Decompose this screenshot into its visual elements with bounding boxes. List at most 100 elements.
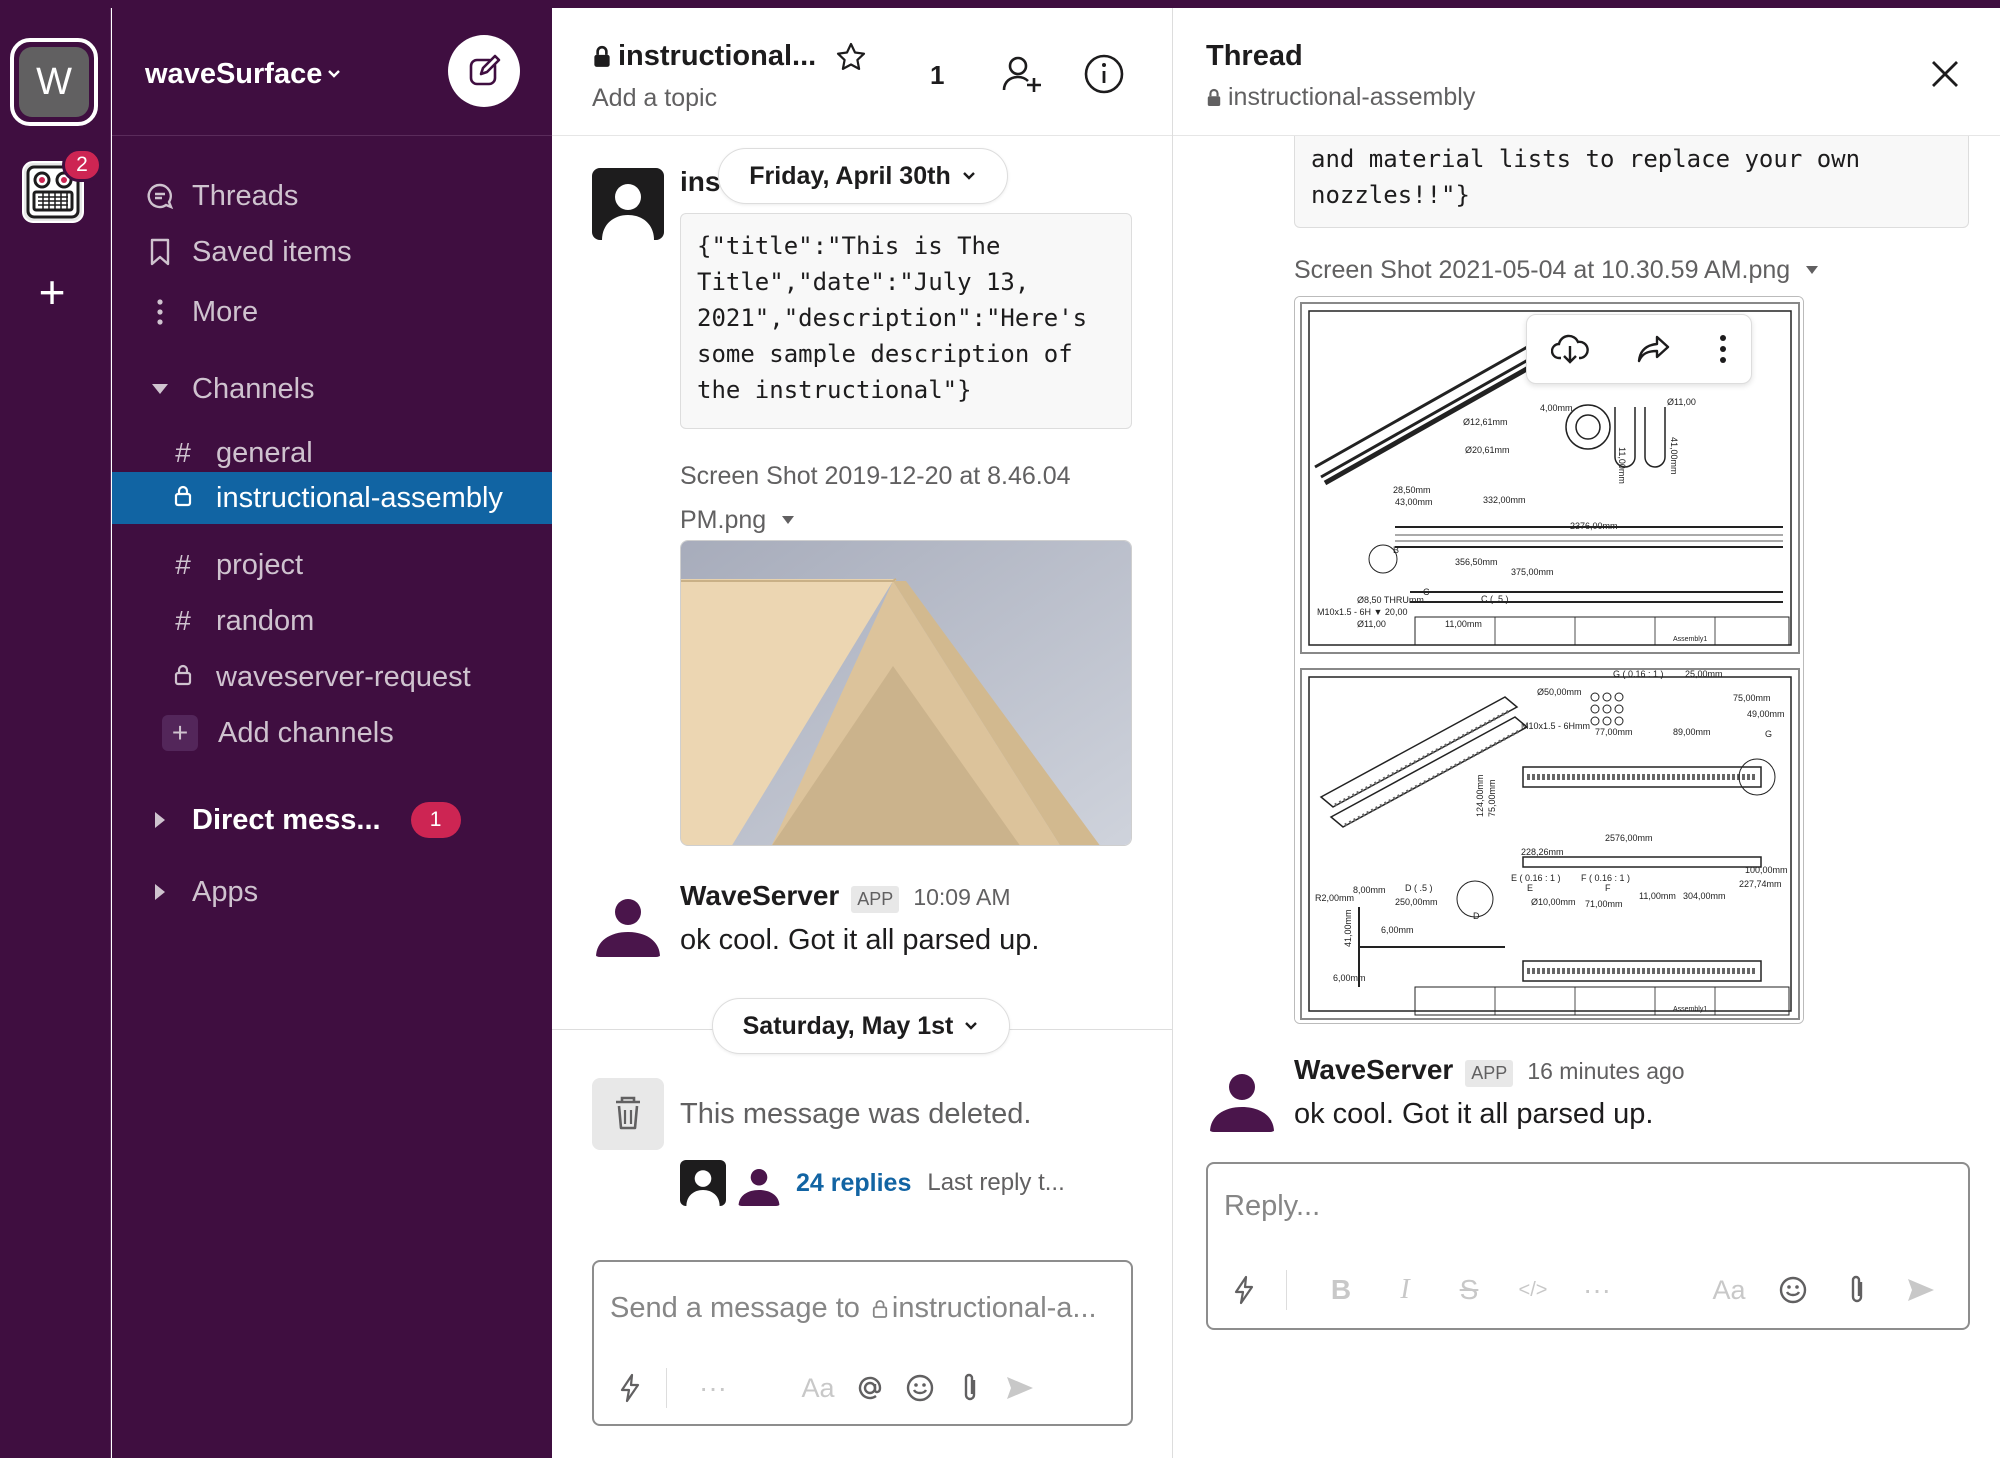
message-sender-name[interactable]: WaveServer (680, 880, 839, 912)
channel-title[interactable]: instructional... (592, 40, 816, 73)
channel-pane: instructional... Add a topic 1 ins Frida… (552, 8, 1173, 1458)
dimension-label: 41,00mm (1343, 909, 1353, 947)
title-block-text: Assembly1 (1673, 1006, 1707, 1013)
image-attachment[interactable] (680, 540, 1132, 846)
caret-down-icon[interactable] (1804, 264, 1820, 276)
sidebar-item-saved[interactable]: Saved items (112, 226, 552, 278)
deleted-message-text: This message was deleted. (680, 1098, 1032, 1130)
last-reply-text: Last reply t... (927, 1169, 1065, 1196)
channel-label: random (216, 604, 315, 637)
dimension-label: 100,00mm (1745, 865, 1788, 875)
code-icon[interactable]: </> (1501, 1279, 1565, 1302)
attachment-icon[interactable] (1825, 1274, 1889, 1306)
composer-placeholder[interactable]: Send a message to instructional-a... (610, 1292, 1097, 1325)
app-avatar[interactable] (592, 885, 664, 957)
thread-channel-link[interactable]: instructional-assembly (1206, 83, 1475, 112)
apps-section-toggle[interactable]: Apps (112, 866, 552, 918)
lock-icon (594, 45, 610, 67)
file-name-line1: Screen Shot 2019-12-20 at 8.46.04 (680, 462, 1071, 490)
dimension-label: 124,00mm (1475, 774, 1485, 817)
replies-link[interactable]: 24 replies (796, 1169, 911, 1198)
lock-icon (168, 482, 198, 514)
channel-label: instructional-assembly (216, 481, 503, 514)
dimension-label: 77,00mm (1595, 727, 1633, 737)
italic-icon[interactable]: I (1373, 1274, 1437, 1306)
file-name[interactable]: Screen Shot 2021-05-04 at 10.30.59 AM.pn… (1294, 248, 1820, 292)
dimension-label: Ø10,00mm (1531, 897, 1576, 907)
workspace-name[interactable]: waveSurface (145, 58, 322, 91)
shortcuts-lightning-icon[interactable] (610, 1373, 650, 1403)
default-user-icon (602, 184, 654, 240)
engineering-drawing-image: 4,00mm Ø12,61mm Ø20,61mm Ø11,00 11,00mm … (1295, 297, 1803, 1023)
sidebar-item-random[interactable]: # random (112, 595, 552, 647)
more-formatting-icon[interactable]: ··· (683, 1372, 743, 1404)
close-icon[interactable] (1925, 54, 1965, 94)
add-user-icon[interactable] (1000, 52, 1044, 96)
dimension-label: 89,00mm (1673, 727, 1711, 737)
compose-button[interactable] (448, 35, 520, 107)
reply-placeholder[interactable]: Reply... (1224, 1190, 1320, 1223)
workspace-switcher-current[interactable]: W (10, 38, 98, 126)
message-sender-name[interactable]: WaveServer (1294, 1054, 1453, 1086)
dimension-label: 25,00mm (1685, 669, 1723, 679)
emoji-icon[interactable] (895, 1373, 945, 1403)
shortcuts-lightning-icon[interactable] (1224, 1275, 1264, 1305)
sidebar-item-project[interactable]: # project (112, 539, 552, 591)
send-icon[interactable] (1889, 1276, 1953, 1304)
thread-replies-bar[interactable]: 24 replies Last reply t... (680, 1160, 1065, 1206)
message-composer[interactable]: Send a message to instructional-a... ···… (592, 1260, 1133, 1426)
message-timestamp[interactable]: 16 minutes ago (1527, 1058, 1684, 1085)
download-icon[interactable] (1551, 332, 1589, 366)
sidebar-item-label: Saved items (192, 235, 352, 268)
date-divider-friday[interactable]: Friday, April 30th (718, 148, 1008, 204)
attachment-icon[interactable] (945, 1372, 995, 1404)
caret-down-icon[interactable] (780, 514, 796, 526)
default-app-user-icon (738, 1168, 780, 1206)
channel-header: instructional... Add a topic 1 (552, 8, 1172, 136)
add-workspace-button[interactable]: + (30, 269, 74, 315)
dimension-label: 71,00mm (1585, 899, 1623, 909)
replier-avatar (736, 1160, 782, 1206)
sidebar-item-label: More (192, 295, 259, 328)
direct-messages-section-toggle[interactable]: Direct mess... 1 (112, 794, 552, 846)
sidebar-item-more[interactable]: More (112, 286, 552, 338)
dimension-label: F ( 0.16 : 1 ) (1581, 873, 1630, 883)
image-attachment[interactable]: 4,00mm Ø12,61mm Ø20,61mm Ø11,00 11,00mm … (1294, 296, 1804, 1024)
workspace-initial: W (19, 47, 89, 117)
dimension-label: D (1473, 911, 1480, 921)
share-icon[interactable] (1637, 334, 1671, 364)
file-name[interactable]: Screen Shot 2019-12-20 at 8.46.04 PM.png (680, 454, 1071, 542)
channels-section-toggle[interactable]: Channels (112, 363, 552, 415)
dimension-label: B (1393, 545, 1399, 555)
user-avatar[interactable] (592, 168, 664, 240)
send-icon[interactable] (995, 1374, 1045, 1402)
bookmark-icon (142, 234, 178, 270)
formatting-toggle-icon[interactable]: Aa (1697, 1275, 1761, 1306)
date-divider-saturday[interactable]: Saturday, May 1st (712, 998, 1010, 1054)
formatting-toggle-icon[interactable]: Aa (791, 1373, 845, 1404)
sidebar-item-instructional-assembly[interactable]: instructional-assembly (112, 472, 552, 524)
star-icon[interactable] (834, 40, 868, 74)
strikethrough-icon[interactable]: S (1437, 1274, 1501, 1306)
app-notification-badge: 2 (62, 148, 102, 182)
bold-icon[interactable]: B (1309, 1274, 1373, 1306)
add-topic-link[interactable]: Add a topic (592, 84, 717, 113)
more-vertical-icon[interactable] (1719, 334, 1727, 364)
chevron-down-icon[interactable] (326, 66, 342, 82)
more-formatting-icon[interactable]: ··· (1565, 1274, 1629, 1306)
sidebar-item-threads[interactable]: Threads (112, 170, 552, 222)
sidebar-item-waveserver-request[interactable]: waveserver-request (112, 651, 552, 703)
apps-label: Apps (192, 875, 259, 908)
lock-icon (1207, 88, 1221, 106)
info-icon[interactable] (1082, 52, 1126, 96)
mention-icon[interactable] (845, 1373, 895, 1403)
add-channels-button[interactable]: + Add channels (112, 707, 552, 759)
app-avatar[interactable] (1206, 1060, 1278, 1132)
dimension-label: 375,00mm (1511, 567, 1554, 577)
emoji-icon[interactable] (1761, 1275, 1825, 1305)
dimension-label: D ( .5 ) (1405, 883, 1433, 893)
member-count[interactable]: 1 (930, 60, 944, 91)
message-timestamp[interactable]: 10:09 AM (913, 884, 1010, 911)
message-sender-name[interactable]: ins (680, 166, 720, 198)
thread-reply-composer[interactable]: Reply... B I S </> ··· Aa (1206, 1162, 1970, 1330)
